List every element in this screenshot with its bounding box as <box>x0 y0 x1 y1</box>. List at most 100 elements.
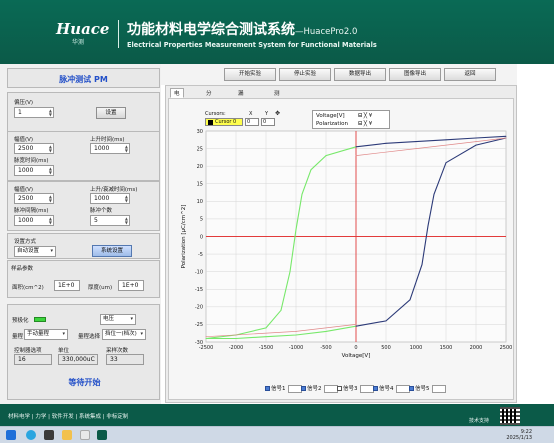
chevron-down-icon: ▾ <box>50 248 53 254</box>
channel-4[interactable]: 信号4 <box>373 384 410 393</box>
waveform-icon <box>431 384 446 393</box>
spinner-icon[interactable]: ▲ ▼ <box>125 145 128 153</box>
channel-2-label: 信号2 <box>307 386 322 392</box>
spinner-icon[interactable]: ▲ ▼ <box>49 217 52 225</box>
channel-3[interactable]: 信号3 <box>337 384 374 393</box>
area-value: 1E+0 <box>58 282 75 289</box>
tab-fraction[interactable]: 分数曲线 <box>202 88 216 127</box>
pulse1-width-label: 脉宽时间(ms) <box>14 158 49 164</box>
file-explorer-icon[interactable] <box>62 430 72 440</box>
tab-leakage[interactable]: 漏电与极化 <box>234 88 248 137</box>
chevron-down-icon: ▾ <box>62 331 65 337</box>
series-point <box>325 155 327 157</box>
pulse2-section: 幅值(V) 2500 ▲ ▼ 上升/衰减时间(ms) 1000 ▲ ▼ 脉冲间隔(ms)… <box>7 181 160 231</box>
stop-button[interactable]: 停止实验 <box>279 68 331 81</box>
export-image-button[interactable]: 图像导出 <box>389 68 441 81</box>
taskbar-clock[interactable]: 9:22 2025/1/13 <box>506 429 532 441</box>
checkbox-icon[interactable] <box>265 386 270 391</box>
y-tick-label: -5 <box>198 252 203 258</box>
series-point <box>205 338 207 339</box>
pulse1-width-input[interactable]: 1000 ▲ ▼ <box>14 165 54 176</box>
pulse2-rise-label: 上升/衰减时间(ms) <box>90 187 138 193</box>
series-point <box>505 135 507 137</box>
ctrl-field: 16 <box>14 354 52 365</box>
spinner-icon[interactable]: ▲ ▼ <box>49 167 52 175</box>
pulse2-interval-input[interactable]: 1000 ▲ ▼ <box>14 215 54 226</box>
voltage-select-value: 电压 <box>103 316 115 322</box>
series-point <box>310 169 312 171</box>
support-label: 技术支持 <box>469 418 490 424</box>
bias-set-button[interactable]: 设置 <box>96 107 126 119</box>
series-point <box>505 137 507 139</box>
series-point <box>289 271 291 273</box>
task-view-icon[interactable] <box>44 430 54 440</box>
spinner-icon[interactable]: ▲ ▼ <box>49 195 52 203</box>
pulse2-rise-input[interactable]: 1000 ▲ ▼ <box>90 193 130 204</box>
tab-results[interactable]: 测量结果 <box>270 88 284 127</box>
channel-2[interactable]: 信号2 <box>301 384 338 393</box>
channel-4-label: 信号4 <box>379 386 394 392</box>
unit-field: 330,000uC <box>58 354 98 365</box>
thickness-input[interactable]: 1E+0 <box>118 280 144 291</box>
app-icon[interactable] <box>80 430 90 440</box>
x-tick-label: -500 <box>320 345 331 351</box>
system-settings-button[interactable]: 系统设置 <box>92 245 132 257</box>
pulse1-rise-input[interactable]: 1000 ▲ ▼ <box>90 143 130 154</box>
series-point <box>355 323 357 325</box>
footer-slogan: 材料电学 | 力学 | 软件开发 | 系统集成 | 非标定制 <box>8 414 129 420</box>
pulse1-amp-input[interactable]: 2500 ▲ ▼ <box>14 143 54 154</box>
series-point <box>475 144 477 146</box>
pulse2-interval-label: 脉冲间隔(ms) <box>14 208 49 214</box>
series-point <box>355 146 357 148</box>
pulse1-rise-value: 1000 <box>94 145 110 152</box>
pm-title: 脉冲测试 PM <box>59 75 108 84</box>
x-tick-label: 0 <box>354 345 357 351</box>
tab-hysteresis[interactable]: 电滞回线 <box>170 88 184 127</box>
pulse2-count-input[interactable]: 5 ▲ ▼ <box>90 215 130 226</box>
channel-5[interactable]: 信号5 <box>409 384 446 393</box>
x-tick-label: -2500 <box>199 345 214 351</box>
bias-input[interactable]: 1 ▲ ▼ <box>14 107 54 118</box>
plot-panel: 电滞回线 分数曲线 漏电与极化 测量结果 Cursors: X Y ✥ Curs… <box>165 85 517 403</box>
range2-select[interactable]: 挡位一(档次) ▾ <box>102 329 146 340</box>
y-tick-label: -25 <box>195 322 203 328</box>
pulse2-count-value: 5 <box>94 217 98 224</box>
hysteresis-chart: -2500 -2000 -1500 -1000 -500 0 500 1000 1500 2000… <box>181 129 512 359</box>
channel-1-label: 信号1 <box>271 386 286 392</box>
spinner-icon[interactable]: ▲ ▼ <box>49 109 52 117</box>
spinner-icon[interactable]: ▲ ▼ <box>49 145 52 153</box>
channel-1[interactable]: 信号1 <box>265 384 302 393</box>
back-button[interactable]: 返回 <box>444 68 496 81</box>
range2-value: 挡位一(档次) <box>105 331 137 337</box>
logo-text: Huace <box>56 20 110 38</box>
range-select[interactable]: 手动量程 ▾ <box>24 329 68 340</box>
pulse2-amp-input[interactable]: 2500 ▲ ▼ <box>14 193 54 204</box>
series-point <box>265 327 267 329</box>
edge-browser-icon[interactable] <box>26 430 36 440</box>
checkbox-icon[interactable] <box>301 386 306 391</box>
y-axis-label: Polarization [μC/cm^2] <box>181 205 187 269</box>
start-button[interactable]: 开始实验 <box>224 68 276 81</box>
voltage-select[interactable]: 电压 ▾ <box>100 314 136 325</box>
export-data-button[interactable]: 数据导出 <box>334 68 386 81</box>
windows-start-icon[interactable] <box>6 430 16 440</box>
series-point <box>385 142 387 144</box>
app-version: —HuacePro2.0 <box>295 27 358 37</box>
range-value: 手动量程 <box>27 331 50 337</box>
checkbox-icon[interactable] <box>337 386 342 391</box>
series-point <box>415 141 417 142</box>
area-input[interactable]: 1E+0 <box>54 280 80 291</box>
pulse2-rise-value: 1000 <box>94 195 110 202</box>
checkbox-icon[interactable] <box>409 386 414 391</box>
series-point <box>295 331 297 332</box>
huacepro-icon[interactable] <box>97 430 107 440</box>
series-point <box>433 193 435 195</box>
mode-select[interactable]: 自动设置 ▾ <box>14 246 56 257</box>
pulse2-interval-value: 1000 <box>18 217 34 224</box>
checkbox-icon[interactable] <box>373 386 378 391</box>
spinner-icon[interactable]: ▲ ▼ <box>125 217 128 225</box>
y-tick-label: 10 <box>197 199 203 205</box>
spinner-icon[interactable]: ▲ ▼ <box>125 195 128 203</box>
ctrl-label: 控制器选项 <box>14 348 42 354</box>
x-tick-label: 500 <box>381 345 391 351</box>
